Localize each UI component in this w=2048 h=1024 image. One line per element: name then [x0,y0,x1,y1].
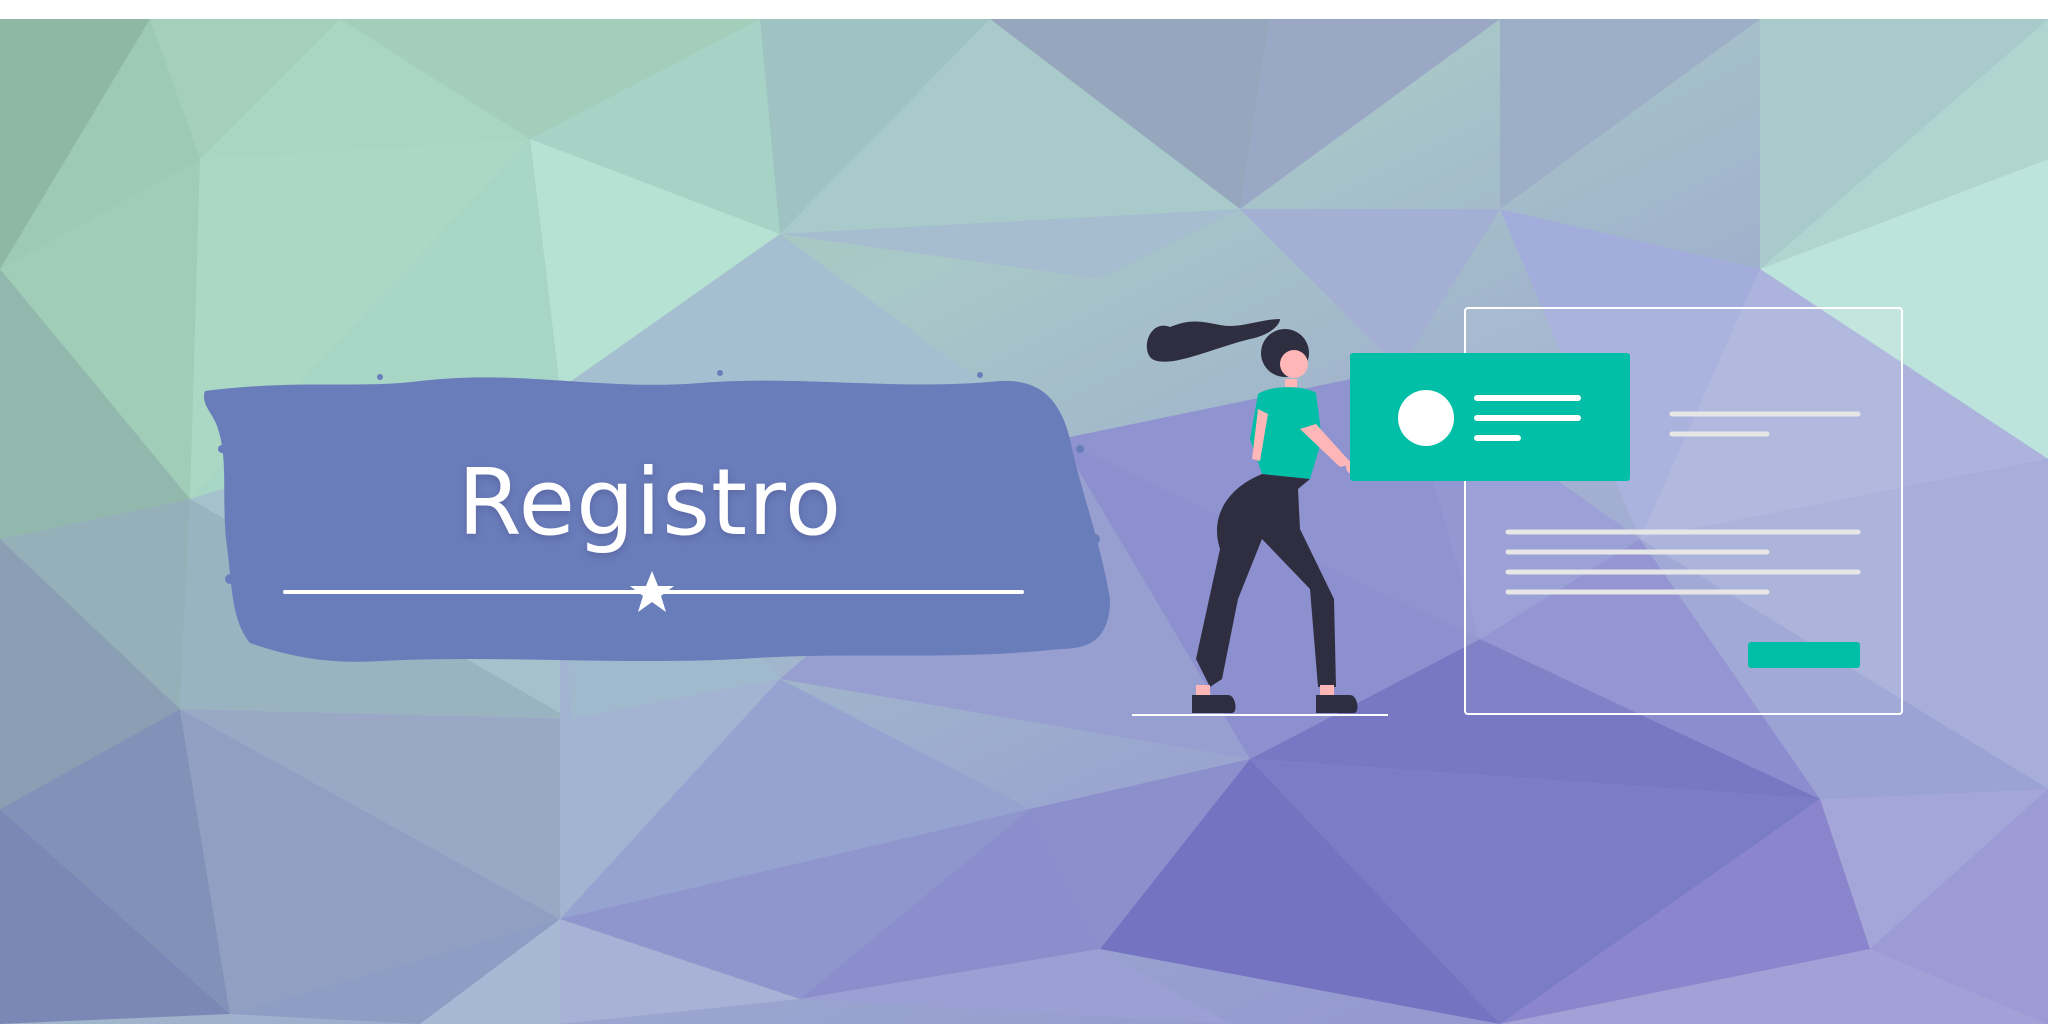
registro-banner: Registro [0,19,2048,1024]
avatar-icon [1398,390,1454,446]
profile-card-illustration [1350,353,1630,481]
page: Registro [0,0,2048,1024]
form-submit-shape [1748,642,1860,668]
brush-stroke [203,370,1110,662]
polygon-background [0,19,2048,1024]
